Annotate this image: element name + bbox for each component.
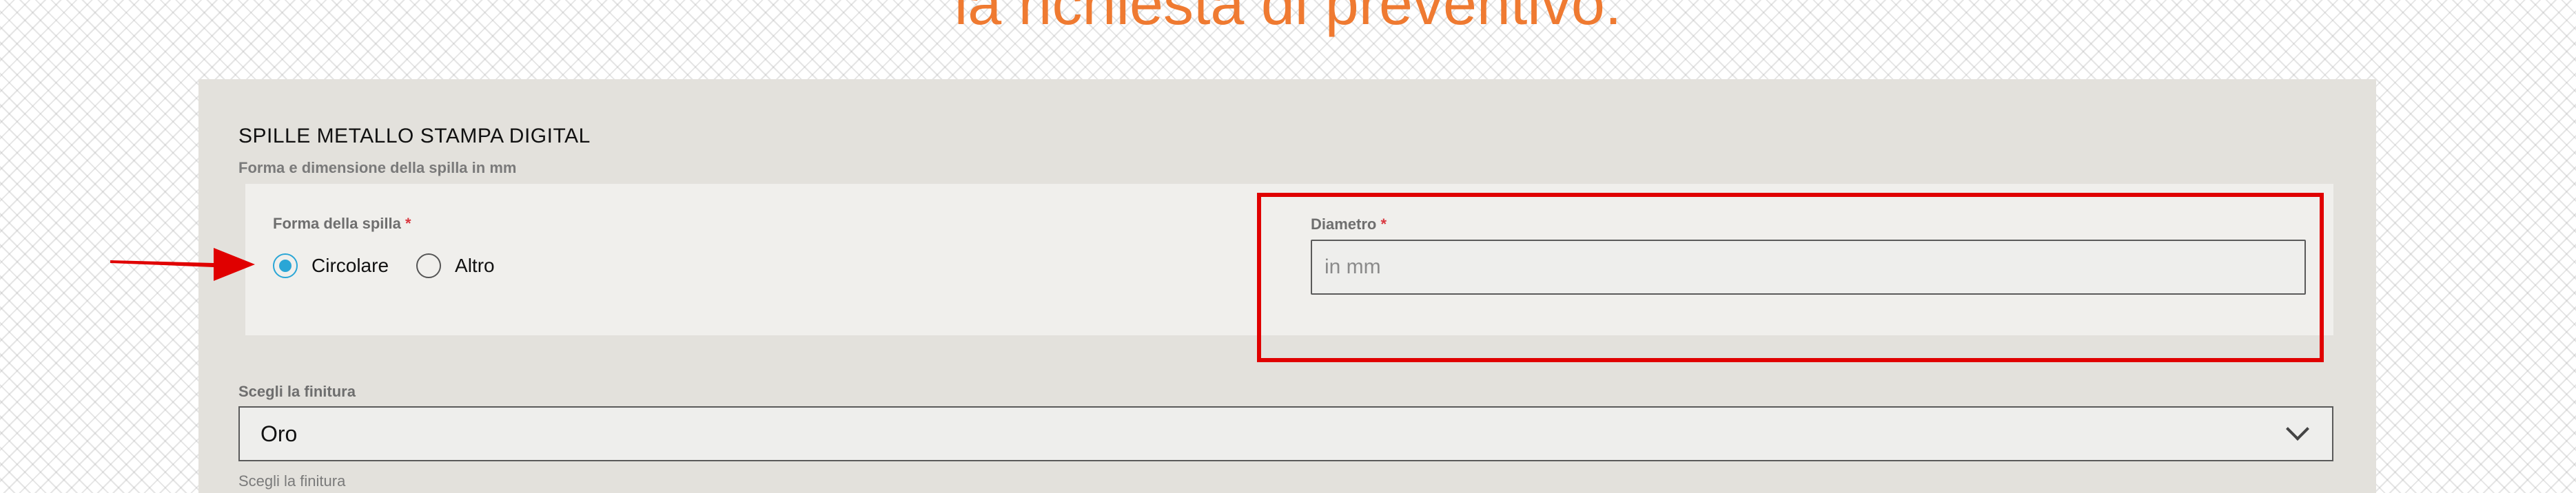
- radio-button-altro[interactable]: [416, 253, 442, 278]
- section-subtitle: Forma e dimensione della spilla in mm: [238, 159, 517, 176]
- chevron-down-icon: [2286, 417, 2309, 441]
- section-title: SPILLE METALLO STAMPA DIGITAL: [238, 125, 591, 147]
- finish-help-text: Scegli la finitura: [238, 472, 346, 490]
- radio-button-circolare[interactable]: [273, 253, 298, 278]
- radio-label-altro: Altro: [455, 255, 495, 276]
- annotation-highlight-box: [1257, 193, 2324, 362]
- finish-field-label: Scegli la finitura: [238, 383, 356, 400]
- required-mark: *: [405, 215, 411, 232]
- shape-field-label: Forma della spilla *: [273, 215, 411, 233]
- shape-field-label-text: Forma della spilla: [273, 215, 401, 232]
- shape-radio-group: Circolare Altro: [273, 249, 522, 282]
- radio-option-altro[interactable]: Altro: [416, 253, 495, 278]
- radio-label-circolare: Circolare: [311, 255, 389, 276]
- finish-select[interactable]: Oro: [238, 406, 2333, 461]
- radio-option-circolare[interactable]: Circolare: [273, 253, 389, 278]
- page-heading: la richiesta di preventivo:: [954, 0, 1622, 37]
- finish-selected-value: Oro: [260, 421, 298, 446]
- arrow-right-icon: [110, 248, 255, 281]
